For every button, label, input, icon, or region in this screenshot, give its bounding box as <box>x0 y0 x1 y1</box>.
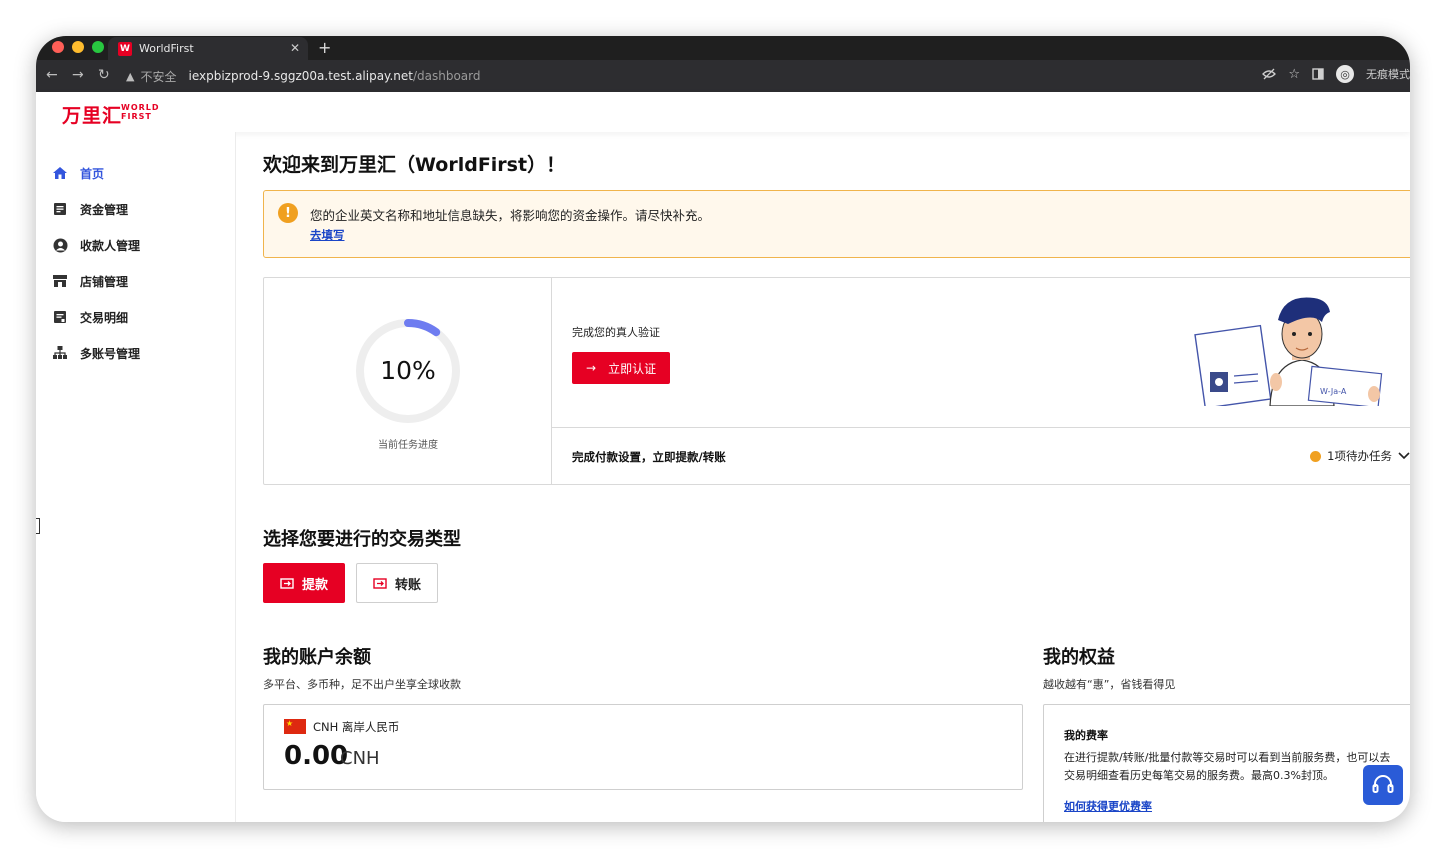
pending-label: 1项待办任务 <box>1327 449 1392 463</box>
address-bar: ← → ↻ ▲ 不安全 iexpbizprod-9.sggz00a.test.a… <box>36 60 1410 92</box>
transfer-button[interactable]: 转账 <box>356 563 438 603</box>
clock-icon <box>1310 450 1322 462</box>
page-title: 欢迎来到万里汇（WorldFirst）！ <box>263 154 566 176</box>
sidebar-item-stores[interactable]: 店铺管理 <box>52 271 128 291</box>
tab-favicon-icon: W <box>118 41 132 56</box>
exclamation-icon: ! <box>278 203 298 223</box>
incognito-label: 无痕模式 <box>1366 68 1410 81</box>
customer-support-button[interactable] <box>1363 765 1403 805</box>
eye-slash-icon[interactable] <box>1262 67 1277 81</box>
url-field[interactable]: ▲ 不安全 iexpbizprod-9.sggz00a.test.alipay.… <box>126 63 1260 89</box>
maximize-window-button[interactable] <box>92 41 104 53</box>
withdraw-button[interactable]: 提款 <box>263 563 345 603</box>
url-host: iexpbizprod-9.sggz00a.test.alipay.net <box>188 69 413 83</box>
china-flag-icon: ★ <box>284 719 306 734</box>
svg-text:W-Ja-A: W-Ja-A <box>1320 387 1347 396</box>
back-icon[interactable]: ← <box>46 67 58 83</box>
minimize-window-button[interactable] <box>72 41 84 53</box>
logo-en-line1: WORLD <box>121 103 160 112</box>
better-rate-link[interactable]: 如何获得更优费率 <box>1064 798 1152 814</box>
store-icon <box>52 273 68 289</box>
browser-window: W WorldFirst ✕ + ← → ↻ ▲ 不安全 iexpbizprod… <box>36 36 1410 822</box>
window-controls <box>52 41 104 53</box>
side-panel-icon[interactable] <box>1312 68 1324 80</box>
security-label: 不安全 <box>140 69 177 84</box>
verify-task: 完成您的真人验证 → 立即认证 W-Ja-A <box>552 278 1410 428</box>
fee-rate-text: 在进行提款/转账/批量付款等交易时可以看到当前服务费，也可以去交易明细查看历史每… <box>1064 751 1391 782</box>
progress-ring: 10% <box>353 316 463 426</box>
bookmark-star-icon[interactable]: ☆ <box>1288 67 1300 82</box>
org-chart-icon <box>52 345 68 361</box>
payment-setup-title: 完成付款设置，立即提款/转账 <box>572 450 726 464</box>
tx-type-title: 选择您要进行的交易类型 <box>263 529 461 550</box>
sidebar-item-label: 交易明细 <box>80 310 129 325</box>
verify-button-label: 立即认证 <box>608 361 657 376</box>
verify-now-button[interactable]: → 立即认证 <box>572 352 670 384</box>
app-header: 万里汇 WORLD FIRST <box>36 92 1410 132</box>
forward-icon[interactable]: → <box>72 67 84 83</box>
sidebar-item-payees[interactable]: 收款人管理 <box>52 235 140 255</box>
benefits-title: 我的权益 <box>1043 647 1115 668</box>
sidebar-item-funds[interactable]: 资金管理 <box>52 199 128 219</box>
balance-currency: CNH <box>340 748 380 769</box>
balance-amount: 0.00 <box>284 741 349 771</box>
balance-subtitle: 多平台、多币种，足不出户坐享全球收款 <box>263 678 461 691</box>
verify-title: 完成您的真人验证 <box>572 326 660 339</box>
warning-alert: ! 您的企业英文名称和地址信息缺失，将影响您的资金操作。请尽快补充。 去填写 <box>263 190 1410 258</box>
balance-card[interactable]: ★ CNH 离岸人民币 0.00 CNH <box>263 704 1023 790</box>
logo-en-line2: FIRST <box>121 112 152 121</box>
home-icon <box>52 165 68 181</box>
fee-rate-card: 我的费率 在进行提款/转账/批量付款等交易时可以看到当前服务费，也可以去交易明细… <box>1043 704 1410 822</box>
sidebar: 首页 资金管理 收款人管理 店铺管理 交易明细 多账号管理 <box>36 132 236 822</box>
warning-triangle-icon[interactable]: ▲ <box>126 70 134 83</box>
sidebar-item-label: 资金管理 <box>80 202 129 217</box>
main-content: 欢迎来到万里汇（WorldFirst）！ ! 您的企业英文名称和地址信息缺失，将… <box>263 132 1410 822</box>
sidebar-item-transactions[interactable]: 交易明细 <box>52 307 128 327</box>
currency-label: CNH 离岸人民币 <box>313 720 400 734</box>
sidebar-item-label: 多账号管理 <box>80 346 141 361</box>
headset-icon <box>1372 775 1394 793</box>
chevron-down-icon <box>1398 449 1410 463</box>
incognito-icon[interactable]: ◎ <box>1336 65 1354 83</box>
arrow-right-icon: → <box>586 361 597 375</box>
sidebar-item-label: 收款人管理 <box>80 238 141 253</box>
progress-percent: 10% <box>380 356 436 385</box>
reload-icon[interactable]: ↻ <box>98 67 110 83</box>
sidebar-collapse-handle[interactable] <box>36 518 40 534</box>
progress-label: 当前任务进度 <box>378 440 438 451</box>
sidebar-item-home[interactable]: 首页 <box>52 163 104 183</box>
tab-strip: W WorldFirst ✕ + <box>36 36 1410 60</box>
fill-in-link[interactable]: 去填写 <box>310 227 345 243</box>
receipt-icon <box>52 309 68 325</box>
pending-tasks-toggle[interactable]: 1项待办任务 <box>1310 448 1410 464</box>
tab-title: WorldFirst <box>139 42 194 55</box>
sidebar-item-multi-account[interactable]: 多账号管理 <box>52 343 140 363</box>
sidebar-item-label: 店铺管理 <box>80 274 129 289</box>
transfer-label: 转账 <box>394 577 421 593</box>
benefits-subtitle: 越收越有“惠”，省钱看得见 <box>1043 678 1176 691</box>
browser-tab[interactable]: W WorldFirst ✕ <box>108 37 308 60</box>
ledger-icon <box>52 201 68 217</box>
alert-message: 您的企业英文名称和地址信息缺失，将影响您的资金操作。请尽快补充。 <box>310 208 711 223</box>
logo-en: WORLD FIRST <box>121 103 160 121</box>
progress-panel: 10% 当前任务进度 <box>264 278 552 484</box>
sidebar-item-label: 首页 <box>80 166 105 181</box>
id-verification-illustration: W-Ja-A <box>1194 297 1383 406</box>
transfer-icon <box>373 578 387 589</box>
close-window-button[interactable] <box>52 41 64 53</box>
task-panel: 10% 当前任务进度 完成您的真人验证 → 立即认证 W-Ja-A 完成付款设置… <box>263 277 1410 485</box>
toolbar-right: ☆ ◎ 无痕模式 <box>1262 65 1410 83</box>
fee-rate-title: 我的费率 <box>1064 729 1108 742</box>
new-tab-button[interactable]: + <box>318 38 331 57</box>
wallet-out-icon <box>280 578 294 589</box>
url-path: /dashboard <box>412 69 481 83</box>
tab-close-icon[interactable]: ✕ <box>290 41 300 55</box>
withdraw-label: 提款 <box>301 577 328 593</box>
person-icon <box>52 237 68 253</box>
balance-title: 我的账户余额 <box>263 647 371 668</box>
logo-cn[interactable]: 万里汇 <box>62 101 122 128</box>
